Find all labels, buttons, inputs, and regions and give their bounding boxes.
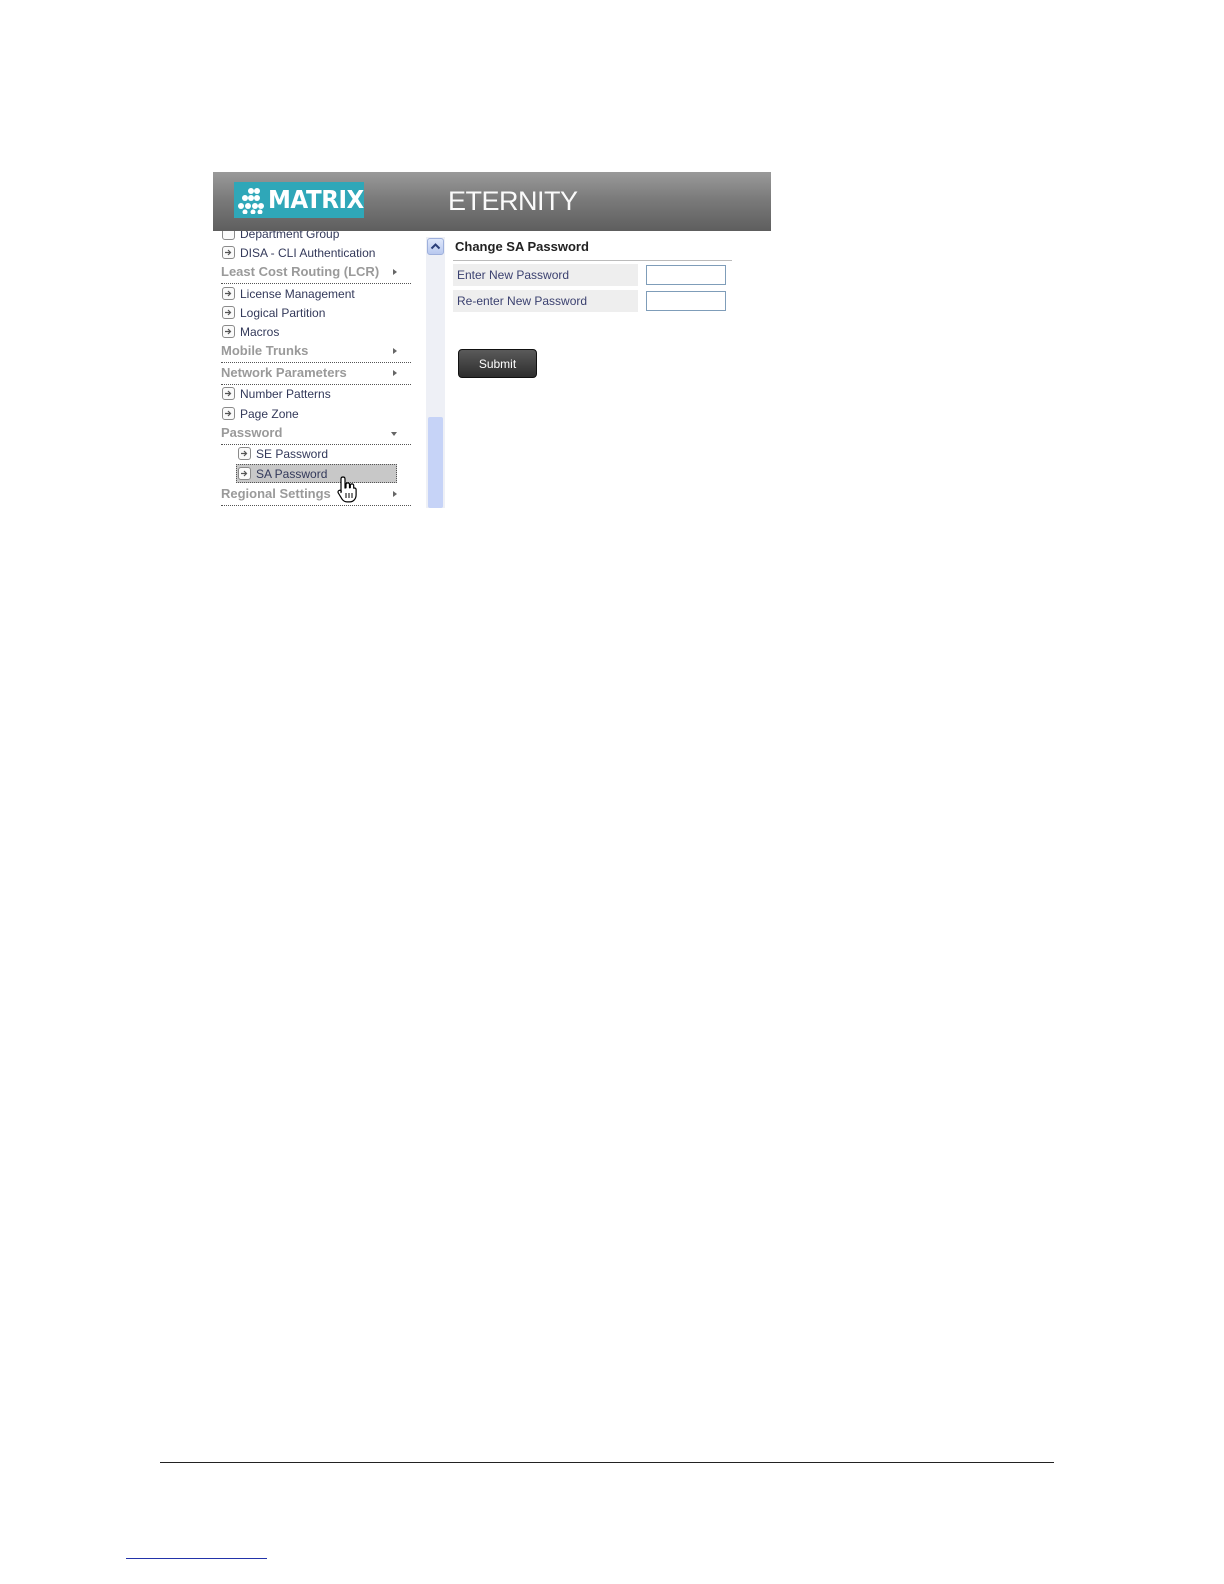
arrow-link-icon xyxy=(222,387,235,400)
chevron-right-icon xyxy=(393,348,397,354)
menu-category-lcr[interactable]: Least Cost Routing (LCR) xyxy=(221,263,411,284)
matrix-logo: MATRIX xyxy=(234,182,364,218)
title-divider xyxy=(453,260,732,261)
arrow-link-icon xyxy=(222,325,235,338)
menu-item-number-patterns[interactable]: Number Patterns xyxy=(222,385,331,403)
menu-category-password[interactable]: Password xyxy=(221,424,411,445)
app-header: MATRIX ETERNITY xyxy=(213,172,771,231)
chevron-up-icon xyxy=(430,243,441,250)
arrow-link-icon xyxy=(222,407,235,420)
navigation-menu: Department Group DISA - CLI Authenticati… xyxy=(213,231,418,508)
new-password-input[interactable] xyxy=(646,265,726,285)
menu-item-sa-password[interactable]: SA Password xyxy=(238,465,327,483)
menu-scrollbar[interactable] xyxy=(426,237,445,508)
menu-item-page-zone[interactable]: Page Zone xyxy=(222,405,299,423)
arrow-link-icon xyxy=(222,287,235,300)
brand-name: MATRIX xyxy=(268,185,364,214)
form-title: Change SA Password xyxy=(455,239,589,254)
chevron-right-icon xyxy=(393,269,397,275)
hand-pointer-icon xyxy=(337,476,357,503)
screenshot-frame: MATRIX ETERNITY Department Group DISA - … xyxy=(213,172,771,508)
arrow-link-icon xyxy=(222,231,235,240)
menu-item-department-group[interactable]: Department Group xyxy=(222,231,339,243)
menu-item-se-password[interactable]: SE Password xyxy=(238,445,328,463)
menu-item-macros[interactable]: Macros xyxy=(222,323,279,341)
product-name: ETERNITY xyxy=(448,186,578,216)
chevron-right-icon xyxy=(393,491,397,497)
menu-category-network-parameters[interactable]: Network Parameters xyxy=(221,364,411,385)
menu-item-license-management[interactable]: License Management xyxy=(222,285,355,303)
page-footer-divider xyxy=(160,1462,1054,1463)
reenter-password-input[interactable] xyxy=(646,291,726,311)
arrow-link-icon xyxy=(222,246,235,259)
arrow-link-icon xyxy=(238,467,251,480)
submit-button[interactable]: Submit xyxy=(458,349,537,378)
scroll-thumb[interactable] xyxy=(428,417,443,508)
chevron-right-icon xyxy=(393,370,397,376)
scroll-up-button[interactable] xyxy=(427,238,444,255)
chevron-down-icon xyxy=(391,432,397,436)
menu-item-disa-cli-authentication[interactable]: DISA - CLI Authentication xyxy=(222,244,375,262)
menu-category-mobile-trunks[interactable]: Mobile Trunks xyxy=(221,342,411,363)
menu-item-logical-partition[interactable]: Logical Partition xyxy=(222,304,325,322)
logo-dots-icon xyxy=(238,188,264,214)
reenter-password-label: Re-enter New Password xyxy=(453,290,638,312)
new-password-label: Enter New Password xyxy=(453,264,638,286)
menu-category-regional-settings[interactable]: Regional Settings xyxy=(221,485,411,506)
content-panel: Change SA Password Enter New Password Re… xyxy=(453,231,771,508)
footer-link-underline xyxy=(126,1558,267,1559)
arrow-link-icon xyxy=(222,306,235,319)
arrow-link-icon xyxy=(238,447,251,460)
